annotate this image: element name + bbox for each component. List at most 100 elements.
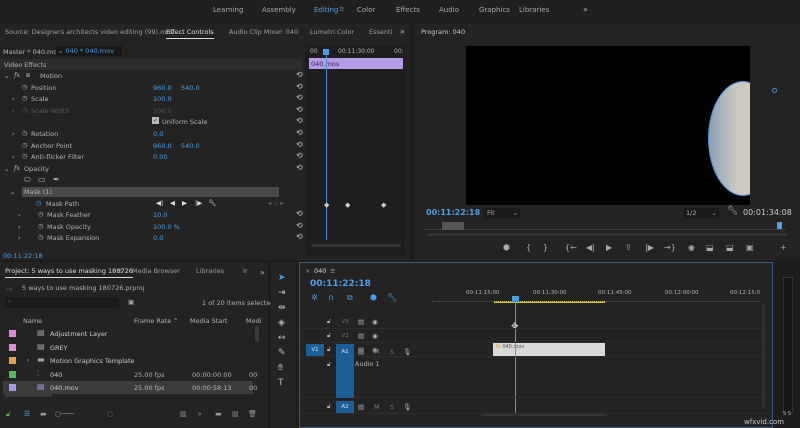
mask-settings-wrench-icon[interactable]: 🔧︎ — [208, 199, 216, 207]
timeline-ruler[interactable] — [432, 298, 760, 302]
toggle-sync-lock-icon[interactable]: ▤ — [358, 332, 364, 340]
fx-icon[interactable]: fx — [14, 71, 20, 79]
reset-icon[interactable]: ⟲ — [296, 209, 303, 218]
property-value[interactable]: 0.00 — [153, 153, 167, 161]
uniform-scale-checkbox[interactable]: ✓ — [152, 117, 160, 125]
step-forward-icon[interactable]: |▶ — [645, 243, 654, 252]
stopwatch-icon[interactable]: ◷ — [22, 83, 28, 91]
toggle-sync-lock-icon[interactable]: ▤ — [358, 318, 364, 326]
keyframe-icon[interactable]: ◆ — [345, 201, 350, 209]
sequence-tab[interactable]: 040 — [314, 267, 326, 275]
effect-controls-timecode[interactable]: 00:11:22:18 — [3, 252, 43, 260]
project-item[interactable]: ⫶ 040 25.00 fps 00:00:00:00 00 — [3, 368, 257, 381]
more-panels-icon[interactable]: » — [400, 27, 405, 36]
reset-icon[interactable]: ⟲ — [296, 221, 303, 230]
label-color-swatch[interactable] — [9, 357, 16, 364]
microphone-icon[interactable]: 🎙︎ — [403, 348, 411, 356]
keyframe-navigator-icon[interactable]: ◂ ◇ ▸ — [268, 199, 284, 207]
stopwatch-icon[interactable]: ◷ — [22, 141, 28, 149]
tab-effect-controls[interactable]: Effect Controls — [166, 28, 214, 39]
track-select-icon[interactable]: ⇥ — [278, 288, 286, 298]
playhead[interactable] — [326, 50, 327, 240]
add-marker-icon[interactable]: ⬢ — [503, 243, 510, 252]
chevron-right-icon[interactable]: › — [12, 107, 15, 115]
workspace-audio[interactable]: Audio — [439, 6, 459, 14]
column-name[interactable]: Name — [23, 317, 42, 325]
add-marker-icon[interactable]: ⬢ — [370, 293, 377, 302]
slip-icon[interactable]: ↔ — [278, 333, 286, 343]
play-icon[interactable]: ▶ — [182, 199, 187, 207]
workspace-libraries[interactable]: Libraries — [519, 6, 549, 14]
reset-icon[interactable]: ⟲ — [296, 82, 303, 91]
solo-button[interactable]: S — [390, 348, 394, 356]
reset-icon[interactable]: ⟲ — [296, 105, 303, 114]
keyframe-icon[interactable]: ◆ — [324, 201, 329, 209]
new-bin-icon[interactable]: ▬ — [215, 410, 222, 418]
mask-name-bar[interactable]: Mask (1) — [22, 187, 279, 197]
mute-button[interactable]: M — [374, 403, 380, 411]
stopwatch-icon[interactable]: ◷ — [36, 199, 42, 207]
keyframe-icon[interactable]: ◆ — [381, 201, 386, 209]
linked-selection-icon[interactable]: ⧉ — [347, 293, 353, 303]
find-icon[interactable]: ⌕ — [198, 410, 202, 419]
timeline-timecode[interactable]: 00:11:22:18 — [310, 279, 371, 289]
solo-button[interactable]: S — [390, 403, 394, 411]
fx-icon[interactable]: fx — [14, 164, 20, 172]
track-target-a1[interactable]: A1 — [336, 346, 354, 398]
playhead-handle[interactable] — [323, 49, 329, 55]
column-media-start[interactable]: Media Start — [190, 317, 227, 325]
export-frame-icon[interactable]: ◉ — [688, 243, 695, 252]
track-target-v2[interactable]: V2 — [336, 330, 354, 342]
rectangle-mask-icon[interactable]: ▭ — [38, 175, 46, 184]
stopwatch-icon[interactable]: ◷ — [22, 106, 28, 114]
clear-icon[interactable]: 🗑︎ — [248, 410, 257, 418]
project-search-input[interactable]: ⌕ — [5, 297, 119, 308]
chevron-right-icon[interactable]: › — [18, 223, 21, 231]
new-item-icon[interactable]: ▤ — [232, 410, 239, 418]
tab-source[interactable]: Source: Designers architects video editi… — [5, 28, 174, 36]
workspace-effects[interactable]: Effects — [396, 6, 420, 14]
stopwatch-icon[interactable]: ◷ — [38, 210, 44, 218]
program-video[interactable] — [466, 46, 750, 205]
chevron-right-icon[interactable]: › — [12, 130, 15, 138]
tab-project-3[interactable]: Ir — [243, 267, 248, 275]
label-color-swatch[interactable] — [9, 343, 16, 351]
property-value[interactable]: 540.0 — [181, 84, 200, 92]
step-back-icon[interactable]: ◀| — [586, 243, 595, 252]
snap-icon[interactable]: ∩ — [328, 293, 334, 302]
mark-in-icon[interactable]: { — [526, 243, 531, 252]
reset-icon[interactable]: ⟲ — [296, 151, 303, 160]
track-lock-icon[interactable]: 🔓︎ — [327, 332, 331, 340]
project-item[interactable]: ▤ GREY — [3, 341, 253, 354]
selection-tool-icon[interactable]: ➤ — [278, 273, 286, 283]
reset-icon[interactable]: ⟲ — [296, 140, 303, 149]
hand-icon[interactable]: ✋︎ — [278, 363, 283, 373]
zoom-slider[interactable]: ○─── — [55, 410, 74, 418]
track-lock-icon[interactable]: 🔓︎ — [327, 403, 331, 411]
effect-timeline-scrollbar[interactable] — [311, 244, 401, 247]
track-target-a2[interactable]: A2 — [336, 401, 354, 413]
zoom-fit-select[interactable]: Fit ⌄ — [485, 208, 520, 218]
chevron-down-icon[interactable]: ⌄ — [4, 165, 9, 173]
project-item[interactable]: › ▬ Motion Graphics Template — [3, 354, 253, 367]
track-lock-icon[interactable]: 🔓︎ — [327, 361, 331, 369]
property-value[interactable]: 0.0 — [153, 234, 163, 242]
reset-icon[interactable]: ⟲ — [296, 128, 303, 137]
microphone-icon[interactable]: 🎙︎ — [403, 403, 411, 411]
lock-icon[interactable]: 🔓︎ — [6, 410, 11, 419]
property-value[interactable]: 960.0 — [153, 84, 172, 92]
track-lock-icon[interactable]: 🔓︎ — [327, 346, 331, 354]
tab-project-0[interactable]: Project: 5 ways to use masking 180726 — [5, 267, 133, 278]
project-vscrollbar[interactable] — [255, 326, 259, 342]
chevron-right-icon[interactable]: › — [18, 234, 21, 242]
property-value[interactable]: 100.0 — [153, 107, 172, 115]
lift-icon[interactable]: ⬓ — [706, 243, 714, 252]
property-value[interactable]: 100.0 % — [153, 223, 180, 231]
track-lock-icon[interactable]: 🔓︎ — [327, 318, 331, 326]
tab-lumetri-color[interactable]: Lumetri Color — [310, 28, 354, 36]
tab-project-2[interactable]: Libraries — [196, 267, 224, 275]
reset-icon[interactable]: ⟲ — [296, 116, 303, 125]
panel-menu-icon[interactable]: ≡ — [330, 267, 335, 275]
more-panels-icon[interactable]: » — [260, 268, 265, 277]
project-hscrollbar[interactable] — [5, 394, 52, 397]
